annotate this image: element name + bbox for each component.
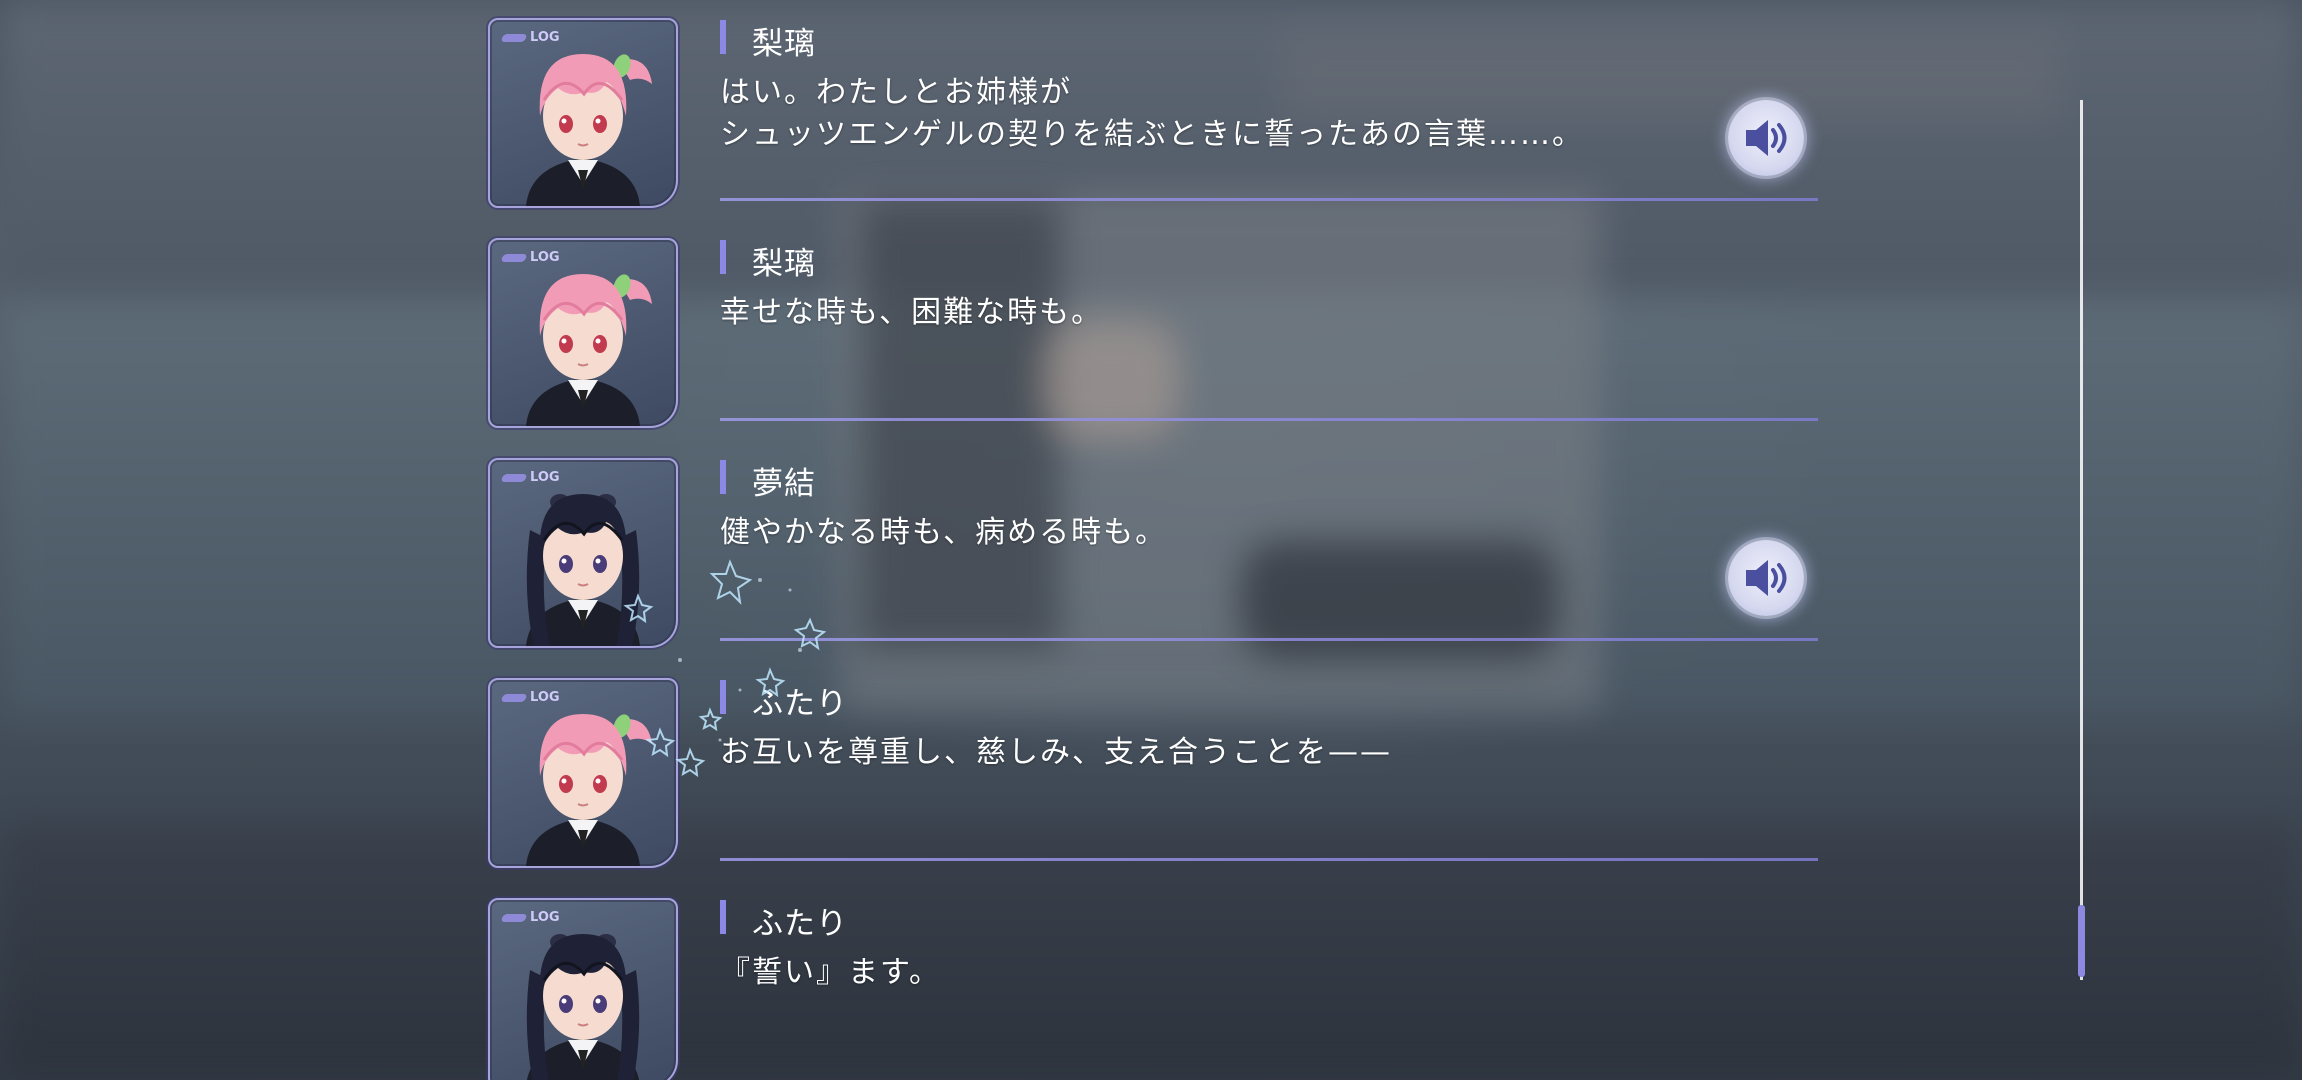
- portrait-yuyu: LOG: [488, 458, 678, 648]
- log-entry[interactable]: LOG ふたり『誓い』ます。: [488, 880, 1818, 1080]
- portrait-riri: LOG: [488, 18, 678, 208]
- log-tag-label: LOG: [530, 250, 560, 265]
- log-tag-icon: LOG: [500, 690, 560, 705]
- log-scrollbar-thumb[interactable]: [2078, 905, 2085, 977]
- speaker-name: 梨璃: [752, 246, 816, 282]
- backlog-screen: LOG 梨璃 はい。わたしとお姉様が シュッツエンゲルの契りを結ぶときに誓ったあの言…: [0, 0, 2302, 1080]
- speaker-name: ふたり: [752, 686, 848, 722]
- log-list[interactable]: LOG 梨璃 はい。わたしとお姉様が シュッツエンゲルの契りを結ぶときに誓ったあの言…: [488, 0, 1818, 1080]
- voice-replay-button[interactable]: [1728, 540, 1804, 616]
- dialogue-text: はい。わたしとお姉様が シュッツエンゲルの契りを結ぶときに誓ったあの言葉……。: [720, 75, 1584, 152]
- dialogue-text: 健やかなる時も、病める時も。: [720, 515, 1168, 550]
- log-entry[interactable]: LOG 梨璃幸せな時も、困難な時も。: [488, 220, 1818, 440]
- log-tag-icon: LOG: [500, 470, 560, 485]
- log-tag-label: LOG: [530, 30, 560, 45]
- entry-divider: [720, 418, 1818, 421]
- entry-divider: [720, 858, 1818, 861]
- speaker-marker: [720, 680, 726, 714]
- log-tag-label: LOG: [530, 470, 560, 485]
- log-pill-icon: [500, 693, 528, 702]
- log-pill-icon: [500, 33, 528, 42]
- speaker-marker: [720, 240, 726, 274]
- log-tag-label: LOG: [530, 910, 560, 925]
- portrait-riri: LOG: [488, 678, 678, 868]
- entry-divider: [720, 198, 1818, 201]
- voice-replay-button[interactable]: [1728, 100, 1804, 176]
- speaker-marker: [720, 900, 726, 934]
- speaker-marker: [720, 460, 726, 494]
- log-tag-icon: LOG: [500, 250, 560, 265]
- dialogue-text: お互いを尊重し、慈しみ、支え合うことを——: [720, 735, 1392, 770]
- speaker-name: ふたり: [752, 906, 848, 942]
- log-entry[interactable]: LOG 梨璃はい。わたしとお姉様が シュッツエンゲルの契りを結ぶときに誓ったあの言…: [488, 0, 1818, 220]
- entry-divider: [720, 638, 1818, 641]
- speaker-marker: [720, 20, 726, 54]
- dialogue-text: 『誓い』ます。: [720, 955, 941, 990]
- log-entry[interactable]: LOG ふたりお互いを尊重し、慈しみ、支え合うことを——: [488, 660, 1818, 880]
- log-scrollbar[interactable]: [2078, 100, 2085, 980]
- speaker-name: 梨璃: [752, 26, 816, 62]
- log-tag-icon: LOG: [500, 910, 560, 925]
- log-tag-icon: LOG: [500, 30, 560, 45]
- log-entry[interactable]: LOG 夢結健やかなる時も、病める時も。: [488, 440, 1818, 660]
- log-pill-icon: [500, 253, 528, 262]
- log-tag-label: LOG: [530, 690, 560, 705]
- portrait-yuyu: LOG: [488, 898, 678, 1080]
- portrait-riri: LOG: [488, 238, 678, 428]
- log-pill-icon: [500, 913, 528, 922]
- speaker-name: 夢結: [752, 466, 816, 502]
- log-pill-icon: [500, 473, 528, 482]
- dialogue-text: 幸せな時も、困難な時も。: [720, 295, 1104, 330]
